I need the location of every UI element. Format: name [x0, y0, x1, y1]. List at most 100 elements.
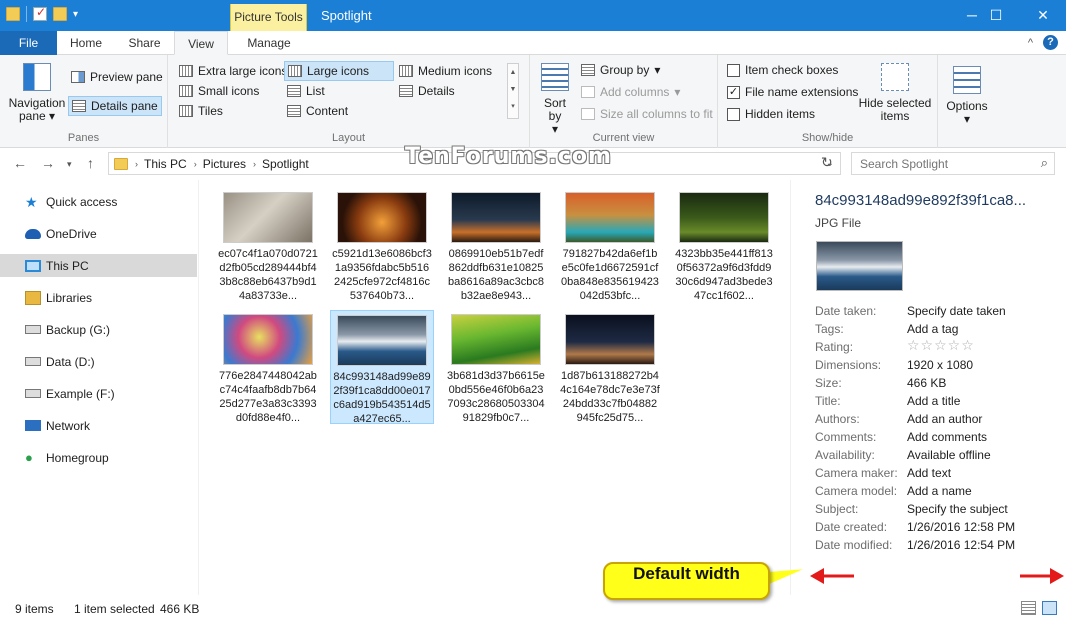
sidebar-item-label: Backup (G:) [46, 322, 111, 337]
file-item[interactable]: 4323bb35e441ff8130f56372a9f6d3fdd930c6d9… [672, 188, 776, 302]
details-view-icon[interactable] [1021, 601, 1036, 615]
sidebar-item-network[interactable]: Network [0, 414, 197, 437]
forward-arrow-icon[interactable]: → [41, 155, 55, 171]
layout-content[interactable]: Content [284, 101, 351, 121]
sidebar-item-this-pc[interactable]: This PC [0, 254, 197, 277]
file-item[interactable]: 1d87b613188272b44c164e78dc7e3e73f24bdd33… [558, 310, 662, 424]
sidebar-item-homegroup[interactable]: ● Homegroup [0, 446, 197, 469]
breadcrumb-this-pc[interactable]: This PC [144, 157, 187, 171]
sidebar-item-libraries[interactable]: Libraries [0, 286, 197, 309]
group-by-button[interactable]: Group by ▾ [578, 60, 663, 80]
details-property-row: Camera model: Add a name [815, 484, 1055, 502]
back-arrow-icon[interactable]: ← [13, 155, 27, 171]
file-item[interactable]: c5921d13e6086bcf31a9356fdabc5b5162425cfe… [330, 188, 434, 302]
details-property-value[interactable]: Add a tag [907, 322, 958, 336]
details-property-value[interactable]: Add text [907, 466, 951, 480]
maximize-button[interactable]: ☐ [973, 0, 1019, 31]
add-columns-label: Add columns [600, 85, 670, 99]
sidebar-item-data-d[interactable]: Data (D:) [0, 350, 197, 373]
search-icon[interactable]: ⌕ [1041, 155, 1048, 171]
file-item[interactable]: 84c993148ad99e892f39f1ca8dd00e017c6ad919… [330, 310, 434, 425]
preview-pane-button[interactable]: Preview pane [68, 67, 166, 87]
navigation-pane-button[interactable]: Navigation pane ▾ [6, 63, 68, 123]
qat-dropdown-icon[interactable]: ▾ [73, 9, 78, 20]
tab-share[interactable]: Share [117, 31, 172, 55]
search-input[interactable] [860, 157, 1030, 171]
layout-extra-large-icons[interactable]: Extra large icons [176, 61, 290, 81]
tab-home[interactable]: Home [60, 31, 112, 55]
search-box[interactable]: ⌕ [851, 152, 1055, 175]
refresh-icon[interactable]: ↻ [821, 154, 833, 171]
details-property-value[interactable]: Available offline [907, 448, 991, 462]
properties-icon[interactable] [33, 5, 47, 21]
breadcrumb-separator-icon[interactable]: › [253, 159, 256, 169]
layout-small-icons[interactable]: Small icons [176, 81, 262, 101]
tab-file[interactable]: File [0, 31, 57, 55]
details-property-value[interactable]: 1920 x 1080 [907, 358, 973, 372]
file-item[interactable]: 776e2847448042abc74c4faafb8db7b6425d277e… [216, 310, 320, 424]
item-check-boxes-checkbox[interactable] [727, 63, 740, 77]
details-property-value[interactable]: Add comments [907, 430, 987, 444]
close-button[interactable]: ✕ [1020, 0, 1066, 31]
file-list: ec07c4f1a070d0721d2fb05cd289444bf43b8c88… [200, 180, 789, 595]
sort-by-button[interactable]: Sort by ▾ [536, 63, 574, 136]
hide-selected-items-button[interactable]: Hide selected items [858, 63, 932, 123]
file-thumbnail [565, 314, 655, 365]
list-label: List [306, 84, 325, 98]
hidden-items-checkbox[interactable] [727, 107, 740, 121]
details-property-value[interactable]: Specify date taken [907, 304, 1006, 318]
details-property-row: Availability: Available offline [815, 448, 1055, 466]
help-icon[interactable]: ? [1043, 35, 1058, 50]
file-item[interactable]: 791827b42da6ef1be5c0fe1d6672591cf0ba848e… [558, 188, 662, 302]
details-property-value[interactable]: 1/26/2016 12:58 PM [907, 520, 1015, 534]
breadcrumb-spotlight[interactable]: Spotlight [262, 157, 309, 171]
file-name-extensions-checkbox[interactable]: ✓ [727, 85, 740, 99]
layout-large-icons[interactable]: Large icons [284, 61, 394, 81]
details-property-label: Rating: [815, 340, 854, 354]
item-check-boxes-label: Item check boxes [745, 63, 839, 77]
details-property-label: Camera maker: [815, 466, 898, 480]
sidebar-item-example-f[interactable]: Example (F:) [0, 382, 197, 405]
new-folder-icon[interactable] [53, 7, 67, 21]
details-property-row: Size: 466 KB [815, 376, 1055, 394]
details-property-value[interactable]: Specify the subject [907, 502, 1008, 516]
tab-view[interactable]: View [174, 31, 228, 55]
details-pane-button[interactable]: Details pane [68, 96, 162, 116]
file-item[interactable]: ec07c4f1a070d0721d2fb05cd289444bf43b8c88… [216, 188, 320, 302]
breadcrumb-separator-icon[interactable]: › [135, 159, 138, 169]
layout-list[interactable]: List [284, 81, 328, 101]
breadcrumb-separator-icon[interactable]: › [194, 159, 197, 169]
options-button[interactable]: Options ▾ [941, 66, 993, 126]
details-property-value[interactable]: Add a title [907, 394, 960, 408]
details-property-value[interactable]: Add a name [907, 484, 972, 498]
file-item[interactable]: 0869910eb51b7edf862ddfb631e10825ba8616a8… [444, 188, 548, 302]
sidebar-item-backup-g[interactable]: Backup (G:) [0, 318, 197, 341]
sidebar-item-quick-access[interactable]: ★ Quick access [0, 190, 197, 213]
size-all-columns-button[interactable]: Size all columns to fit [578, 104, 716, 124]
file-name-extensions-toggle[interactable]: ✓ File name extensions [724, 82, 861, 102]
add-columns-button[interactable]: Add columns ▾ [578, 82, 683, 102]
breadcrumb-pictures[interactable]: Pictures [203, 157, 246, 171]
rating-stars[interactable]: ☆☆☆☆☆ [907, 337, 975, 354]
layout-gallery-scroll[interactable]: ▲ ▼ ▾ [507, 63, 519, 119]
recent-locations-chevron-icon[interactable]: ▾ [67, 159, 72, 170]
sidebar-item-onedrive[interactable]: OneDrive [0, 222, 197, 245]
tab-manage[interactable]: Manage [232, 31, 306, 55]
collapse-ribbon-icon[interactable]: ^ [1028, 37, 1033, 49]
hidden-items-toggle[interactable]: Hidden items [724, 104, 818, 124]
details-thumbnail [816, 241, 903, 291]
layout-tiles[interactable]: Tiles [176, 101, 226, 121]
details-property-value[interactable]: Add an author [907, 412, 982, 426]
details-property-label: Authors: [815, 412, 860, 426]
item-check-boxes-toggle[interactable]: Item check boxes [724, 60, 841, 80]
hide-selected-items-icon [881, 63, 909, 91]
file-item[interactable]: 3b681d3d37b6615e0bd556e46f0b6a237093c286… [444, 310, 548, 424]
details-property-value[interactable]: 466 KB [907, 376, 946, 390]
details-property-label: Tags: [815, 322, 844, 336]
details-property-value[interactable]: 1/26/2016 12:54 PM [907, 538, 1015, 552]
layout-medium-icons[interactable]: Medium icons [396, 61, 495, 81]
up-arrow-icon[interactable]: ↑ [87, 155, 94, 171]
medium-icons-icon [399, 65, 413, 77]
large-icons-view-icon[interactable] [1042, 601, 1057, 615]
layout-details[interactable]: Details [396, 81, 458, 101]
